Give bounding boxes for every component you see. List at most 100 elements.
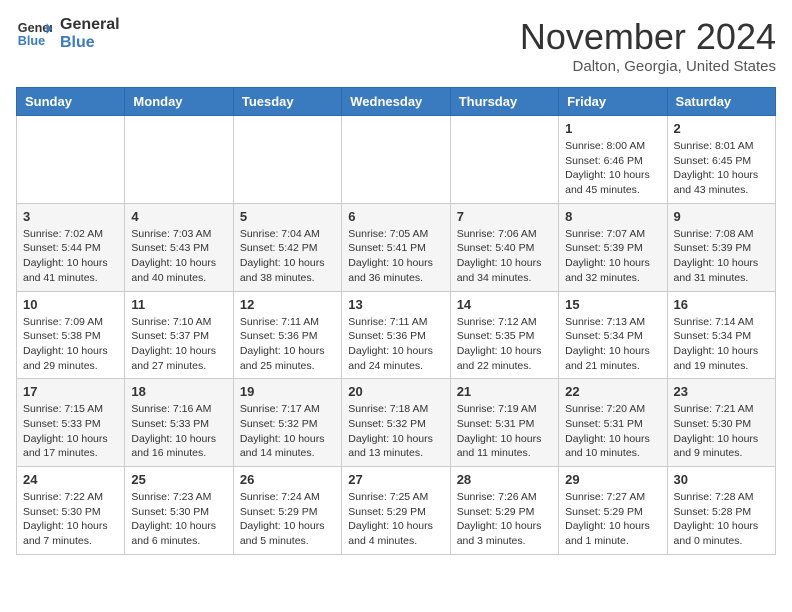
calendar-cell: 13 Sunrise: 7:11 AM Sunset: 5:36 PM Dayli… bbox=[342, 291, 450, 379]
month-title: November 2024 bbox=[520, 16, 776, 58]
day-number: 7 bbox=[457, 209, 552, 224]
day-number: 2 bbox=[674, 121, 769, 136]
calendar-cell bbox=[17, 116, 125, 204]
day-info: Sunrise: 7:14 AM Sunset: 5:34 PM Dayligh… bbox=[674, 315, 769, 374]
logo-icon: General Blue bbox=[16, 16, 52, 52]
day-info: Sunrise: 7:08 AM Sunset: 5:39 PM Dayligh… bbox=[674, 227, 769, 286]
weekday-header-friday: Friday bbox=[559, 88, 667, 116]
day-info: Sunrise: 7:23 AM Sunset: 5:30 PM Dayligh… bbox=[131, 490, 226, 549]
day-number: 29 bbox=[565, 472, 660, 487]
day-info: Sunrise: 8:01 AM Sunset: 6:45 PM Dayligh… bbox=[674, 139, 769, 198]
calendar-cell: 15 Sunrise: 7:13 AM Sunset: 5:34 PM Dayli… bbox=[559, 291, 667, 379]
day-info: Sunrise: 7:09 AM Sunset: 5:38 PM Dayligh… bbox=[23, 315, 118, 374]
day-info: Sunrise: 7:22 AM Sunset: 5:30 PM Dayligh… bbox=[23, 490, 118, 549]
day-number: 8 bbox=[565, 209, 660, 224]
day-info: Sunrise: 7:28 AM Sunset: 5:28 PM Dayligh… bbox=[674, 490, 769, 549]
calendar-cell: 9 Sunrise: 7:08 AM Sunset: 5:39 PM Daylig… bbox=[667, 203, 775, 291]
calendar-cell: 1Sunrise: 8:00 AM Sunset: 6:46 PM Daylig… bbox=[559, 116, 667, 204]
calendar-cell: 24 Sunrise: 7:22 AM Sunset: 5:30 PM Dayli… bbox=[17, 467, 125, 555]
calendar-cell: 22 Sunrise: 7:20 AM Sunset: 5:31 PM Dayli… bbox=[559, 379, 667, 467]
calendar-cell: 11 Sunrise: 7:10 AM Sunset: 5:37 PM Dayli… bbox=[125, 291, 233, 379]
day-number: 21 bbox=[457, 384, 552, 399]
calendar-cell: 14Sunrise: 7:12 AM Sunset: 5:35 PM Dayli… bbox=[450, 291, 558, 379]
logo-blue: Blue bbox=[60, 34, 120, 52]
calendar-cell bbox=[342, 116, 450, 204]
calendar-week-row: 3Sunrise: 7:02 AM Sunset: 5:44 PM Daylig… bbox=[17, 203, 776, 291]
day-info: Sunrise: 7:13 AM Sunset: 5:34 PM Dayligh… bbox=[565, 315, 660, 374]
day-info: Sunrise: 7:03 AM Sunset: 5:43 PM Dayligh… bbox=[131, 227, 226, 286]
day-info: Sunrise: 7:16 AM Sunset: 5:33 PM Dayligh… bbox=[131, 402, 226, 461]
day-number: 10 bbox=[23, 297, 118, 312]
svg-text:Blue: Blue bbox=[18, 34, 45, 48]
calendar-week-row: 24 Sunrise: 7:22 AM Sunset: 5:30 PM Dayli… bbox=[17, 467, 776, 555]
calendar-cell: 27Sunrise: 7:25 AM Sunset: 5:29 PM Dayli… bbox=[342, 467, 450, 555]
calendar-cell: 16 Sunrise: 7:14 AM Sunset: 5:34 PM Dayli… bbox=[667, 291, 775, 379]
day-info: Sunrise: 7:11 AM Sunset: 5:36 PM Dayligh… bbox=[348, 315, 443, 374]
day-info: Sunrise: 8:00 AM Sunset: 6:46 PM Dayligh… bbox=[565, 139, 660, 198]
day-number: 6 bbox=[348, 209, 443, 224]
weekday-header-monday: Monday bbox=[125, 88, 233, 116]
calendar-cell: 2 Sunrise: 8:01 AM Sunset: 6:45 PM Daylig… bbox=[667, 116, 775, 204]
day-number: 5 bbox=[240, 209, 335, 224]
logo: General Blue General Blue bbox=[16, 16, 120, 52]
day-number: 16 bbox=[674, 297, 769, 312]
day-info: Sunrise: 7:06 AM Sunset: 5:40 PM Dayligh… bbox=[457, 227, 552, 286]
day-info: Sunrise: 7:18 AM Sunset: 5:32 PM Dayligh… bbox=[348, 402, 443, 461]
day-info: Sunrise: 7:11 AM Sunset: 5:36 PM Dayligh… bbox=[240, 315, 335, 374]
logo-general: General bbox=[60, 16, 120, 34]
calendar-cell: 26 Sunrise: 7:24 AM Sunset: 5:29 PM Dayli… bbox=[233, 467, 341, 555]
calendar-cell: 23Sunrise: 7:21 AM Sunset: 5:30 PM Dayli… bbox=[667, 379, 775, 467]
day-number: 9 bbox=[674, 209, 769, 224]
day-info: Sunrise: 7:15 AM Sunset: 5:33 PM Dayligh… bbox=[23, 402, 118, 461]
day-number: 26 bbox=[240, 472, 335, 487]
calendar-cell bbox=[233, 116, 341, 204]
day-number: 13 bbox=[348, 297, 443, 312]
day-info: Sunrise: 7:26 AM Sunset: 5:29 PM Dayligh… bbox=[457, 490, 552, 549]
day-info: Sunrise: 7:02 AM Sunset: 5:44 PM Dayligh… bbox=[23, 227, 118, 286]
calendar-cell: 4 Sunrise: 7:03 AM Sunset: 5:43 PM Daylig… bbox=[125, 203, 233, 291]
page-header: General Blue General Blue November 2024 … bbox=[16, 16, 776, 75]
day-info: Sunrise: 7:07 AM Sunset: 5:39 PM Dayligh… bbox=[565, 227, 660, 286]
day-number: 11 bbox=[131, 297, 226, 312]
calendar-week-row: 10 Sunrise: 7:09 AM Sunset: 5:38 PM Dayli… bbox=[17, 291, 776, 379]
day-number: 15 bbox=[565, 297, 660, 312]
calendar-cell: 21 Sunrise: 7:19 AM Sunset: 5:31 PM Dayli… bbox=[450, 379, 558, 467]
day-number: 28 bbox=[457, 472, 552, 487]
day-info: Sunrise: 7:05 AM Sunset: 5:41 PM Dayligh… bbox=[348, 227, 443, 286]
day-number: 12 bbox=[240, 297, 335, 312]
day-number: 24 bbox=[23, 472, 118, 487]
weekday-header-saturday: Saturday bbox=[667, 88, 775, 116]
calendar-cell: 7 Sunrise: 7:06 AM Sunset: 5:40 PM Daylig… bbox=[450, 203, 558, 291]
calendar-cell bbox=[450, 116, 558, 204]
calendar-cell: 5 Sunrise: 7:04 AM Sunset: 5:42 PM Daylig… bbox=[233, 203, 341, 291]
day-number: 30 bbox=[674, 472, 769, 487]
day-number: 27 bbox=[348, 472, 443, 487]
calendar-table: SundayMondayTuesdayWednesdayThursdayFrid… bbox=[16, 87, 776, 555]
day-number: 20 bbox=[348, 384, 443, 399]
title-block: November 2024 Dalton, Georgia, United St… bbox=[520, 16, 776, 75]
calendar-header-row: SundayMondayTuesdayWednesdayThursdayFrid… bbox=[17, 88, 776, 116]
day-number: 17 bbox=[23, 384, 118, 399]
day-info: Sunrise: 7:24 AM Sunset: 5:29 PM Dayligh… bbox=[240, 490, 335, 549]
day-number: 14 bbox=[457, 297, 552, 312]
day-number: 18 bbox=[131, 384, 226, 399]
day-number: 22 bbox=[565, 384, 660, 399]
calendar-cell: 12 Sunrise: 7:11 AM Sunset: 5:36 PM Dayli… bbox=[233, 291, 341, 379]
calendar-cell: 18 Sunrise: 7:16 AM Sunset: 5:33 PM Dayli… bbox=[125, 379, 233, 467]
day-info: Sunrise: 7:04 AM Sunset: 5:42 PM Dayligh… bbox=[240, 227, 335, 286]
weekday-header-tuesday: Tuesday bbox=[233, 88, 341, 116]
location: Dalton, Georgia, United States bbox=[520, 58, 776, 75]
day-info: Sunrise: 7:19 AM Sunset: 5:31 PM Dayligh… bbox=[457, 402, 552, 461]
weekday-header-wednesday: Wednesday bbox=[342, 88, 450, 116]
day-info: Sunrise: 7:17 AM Sunset: 5:32 PM Dayligh… bbox=[240, 402, 335, 461]
weekday-header-thursday: Thursday bbox=[450, 88, 558, 116]
calendar-cell: 28 Sunrise: 7:26 AM Sunset: 5:29 PM Dayli… bbox=[450, 467, 558, 555]
day-info: Sunrise: 7:10 AM Sunset: 5:37 PM Dayligh… bbox=[131, 315, 226, 374]
day-number: 25 bbox=[131, 472, 226, 487]
calendar-cell: 19Sunrise: 7:17 AM Sunset: 5:32 PM Dayli… bbox=[233, 379, 341, 467]
calendar-week-row: 1Sunrise: 8:00 AM Sunset: 6:46 PM Daylig… bbox=[17, 116, 776, 204]
day-info: Sunrise: 7:20 AM Sunset: 5:31 PM Dayligh… bbox=[565, 402, 660, 461]
calendar-week-row: 17 Sunrise: 7:15 AM Sunset: 5:33 PM Dayli… bbox=[17, 379, 776, 467]
calendar-cell: 6 Sunrise: 7:05 AM Sunset: 5:41 PM Daylig… bbox=[342, 203, 450, 291]
day-number: 4 bbox=[131, 209, 226, 224]
